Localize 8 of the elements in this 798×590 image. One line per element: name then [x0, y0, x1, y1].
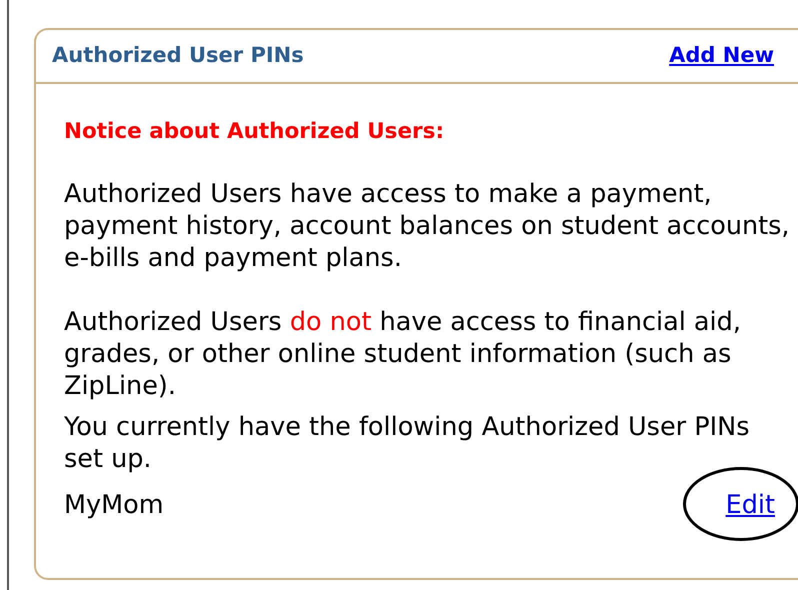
notice-paragraph: Authorized Users do not have access to financial aid, grades, or other online student information (such as ZipLine).	[64, 306, 742, 402]
notice-heading: Notice about Authorized Users:	[64, 118, 446, 146]
panel-title: Authorized User PINs	[52, 42, 304, 70]
add-new-link[interactable]: Add New	[669, 40, 774, 72]
edit-link[interactable]: Edit	[726, 489, 775, 521]
pin-name: MyMom	[64, 489, 164, 521]
notice-paragraph: Authorized Users have access to make a payment, payment history, account balances on student accounts, e-bills and payment plans.	[64, 178, 791, 274]
pins-intro-text: You currently have the following Authorized User PINs set up.	[64, 411, 750, 475]
